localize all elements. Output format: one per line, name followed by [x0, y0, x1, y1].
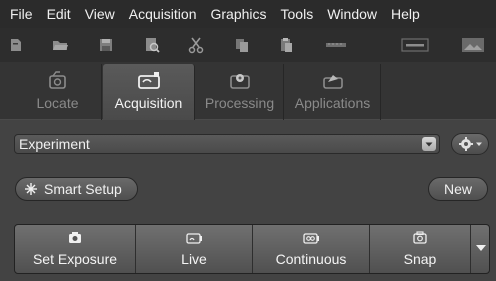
tab-processing-label: Processing — [204, 95, 275, 111]
gear-processing-icon — [227, 70, 253, 92]
menu-graphics[interactable]: Graphics — [203, 0, 273, 28]
menu-help[interactable]: Help — [384, 0, 427, 28]
menu-window[interactable]: Window — [320, 0, 384, 28]
new-label: New — [443, 181, 472, 197]
tab-processing[interactable]: Processing — [196, 64, 284, 120]
open-folder-icon[interactable] — [50, 35, 70, 55]
menu-acquisition[interactable]: Acquisition — [122, 0, 204, 28]
menu-view[interactable]: View — [78, 0, 122, 28]
experiment-options-button[interactable] — [451, 133, 489, 155]
camera-icon — [66, 231, 84, 245]
menu-bar: File Edit View Acquisition Graphics Tool… — [0, 0, 496, 28]
continuous-button[interactable]: Continuous — [253, 225, 370, 273]
tab-applications-label: Applications — [294, 95, 371, 111]
continuous-label: Continuous — [275, 251, 347, 267]
snap-camera-icon — [411, 231, 429, 245]
save-icon[interactable] — [96, 35, 116, 55]
smart-setup-button[interactable]: Smart Setup — [15, 177, 138, 201]
set-exposure-label: Set Exposure — [32, 251, 118, 267]
set-exposure-button[interactable]: Set Exposure — [15, 225, 136, 273]
gear-icon — [459, 137, 482, 151]
continuous-icon — [302, 231, 320, 245]
paste-icon[interactable] — [276, 35, 296, 55]
image-icon[interactable] — [460, 35, 486, 55]
experiment-dropdown-value: Experiment — [19, 136, 90, 152]
new-document-icon[interactable] — [6, 35, 26, 55]
menu-edit[interactable]: Edit — [40, 0, 78, 28]
smart-setup-label: Smart Setup — [44, 181, 122, 197]
tab-locate[interactable]: Locate — [14, 64, 102, 120]
live-button[interactable]: Live — [136, 225, 253, 273]
toolbar — [0, 28, 496, 62]
acquisition-actions: Set Exposure Live Continuous Snap — [14, 224, 490, 274]
acquisition-panel: Experiment Smart Setup New Set Exposure — [0, 120, 496, 281]
snap-button[interactable]: Snap — [370, 225, 471, 273]
cut-icon[interactable] — [186, 35, 206, 55]
tab-applications[interactable]: Applications — [285, 64, 381, 120]
eyepiece-icon — [45, 70, 71, 92]
menu-tools[interactable]: Tools — [274, 0, 321, 28]
tab-bar: Locate Acquisition Processing Applicatio… — [0, 62, 496, 120]
sparkle-icon — [25, 183, 37, 195]
live-icon — [185, 231, 203, 245]
applications-icon — [320, 70, 346, 92]
menu-file[interactable]: File — [0, 0, 40, 28]
snap-label: Snap — [403, 251, 437, 267]
scale-bar-icon[interactable] — [400, 35, 430, 55]
tab-acquisition[interactable]: Acquisition — [103, 64, 195, 120]
live-label: Live — [181, 251, 207, 267]
chevron-down-icon — [476, 245, 486, 251]
tab-locate-label: Locate — [36, 95, 79, 111]
new-button[interactable]: New — [428, 177, 488, 201]
experiment-dropdown[interactable]: Experiment — [14, 134, 440, 154]
camera-acquire-icon — [136, 70, 162, 92]
ruler-icon[interactable] — [324, 35, 348, 55]
more-actions-button[interactable] — [471, 225, 489, 273]
copy-icon[interactable] — [232, 35, 252, 55]
print-preview-icon[interactable] — [142, 35, 162, 55]
chevron-down-icon[interactable] — [422, 137, 436, 151]
tab-acquisition-label: Acquisition — [114, 95, 183, 111]
